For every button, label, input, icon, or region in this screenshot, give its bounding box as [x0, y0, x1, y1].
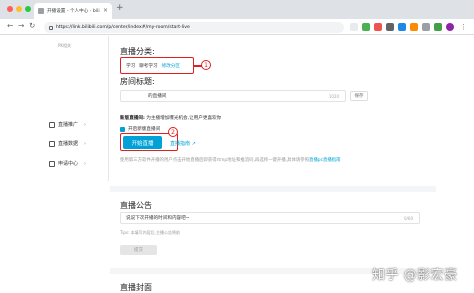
browser-tab[interactable]: 开播设置 - 个人中心 - bilibili 个… ×	[34, 3, 112, 19]
save-title-button[interactable]: 保存	[350, 91, 368, 101]
category-tag: 聊考学习	[139, 63, 158, 69]
sidebar-item-label: 直播推广	[58, 122, 79, 128]
address-bar[interactable]: https://link.bilibili.com/p/center/index…	[44, 22, 344, 33]
favicon-icon	[38, 8, 44, 14]
announcement-tip: Tips: 本填写内容后,主播公告将前	[120, 230, 180, 235]
extension-icon[interactable]	[362, 23, 370, 31]
sidebar-item-data[interactable]: 直播数据 ›	[49, 140, 86, 147]
extension-icon[interactable]	[422, 23, 430, 31]
annotation-badge-2: 2	[168, 127, 178, 137]
extension-icon[interactable]	[410, 23, 418, 31]
extension-icon[interactable]	[374, 23, 382, 31]
announcement-value: 说说下次开播的时间和内容吧~	[126, 216, 190, 221]
browser-toolbar: ← → ↻ https://link.bilibili.com/p/center…	[0, 19, 474, 35]
sidebar-sub-item-pk[interactable]: PK相关	[58, 43, 71, 49]
room-title-heading: 房间标题:	[120, 77, 155, 86]
sidebar-item-promotion[interactable]: 直播推广 ›	[49, 121, 86, 128]
checkbox-checked-icon[interactable]	[120, 126, 125, 132]
pc-guide-link[interactable]: 直播pc直播指南	[309, 158, 341, 163]
room-title-input[interactable]: 的直播间 1020	[120, 90, 346, 102]
chevron-right-icon: ›	[84, 160, 87, 167]
new-live-desc: 为主播增加曝光机会,让用户更喜欢你	[146, 116, 222, 121]
url-text: https://link.bilibili.com/p/center/index…	[56, 25, 190, 30]
sidebar-item-apply[interactable]: 申请中心 ›	[49, 160, 86, 167]
chevron-right-icon: ›	[84, 140, 87, 147]
extension-icon[interactable]	[386, 23, 394, 31]
announcement-card: 直播公告 说说下次开播的时间和内容吧~ 0/60 Tips: 本填写内容后,主播…	[110, 186, 436, 268]
room-title-value: 的直播间	[148, 94, 167, 99]
announcement-input[interactable]: 说说下次开播的时间和内容吧~ 0/60	[120, 212, 420, 224]
sidebar-item-label: 直播数据	[58, 141, 79, 147]
start-live-button[interactable]: 开始直播	[123, 136, 162, 149]
bookmark-star-icon[interactable]	[350, 23, 358, 31]
new-live-label: 新版直播间:	[120, 116, 145, 121]
external-link-icon: ↗	[191, 141, 196, 147]
lock-icon	[49, 25, 53, 30]
minimize-window-button[interactable]	[16, 6, 22, 12]
announcement-counter: 0/60	[404, 215, 413, 221]
rtmp-hint: 使用第三方软件开播的用户点击开始直播后即获得rtmp地址和推流码,再选择一键开播…	[120, 157, 341, 163]
annotation-badge-1: 1	[201, 60, 211, 70]
apply-icon	[49, 160, 55, 167]
category-highlight: 学习 聊考学习 修改分区	[120, 57, 194, 74]
live-guide-label: 直播指南	[170, 141, 191, 147]
close-window-button[interactable]	[7, 6, 13, 12]
announcement-heading: 直播公告	[120, 201, 152, 210]
rtmp-hint-text: 使用第三方软件开播的用户点击开始直播后即获得rtmp地址和推流码,再选择一键开播…	[120, 158, 310, 163]
chevron-right-icon: ›	[84, 121, 87, 128]
menu-icon[interactable]: ⋮	[460, 23, 468, 31]
maximize-window-button[interactable]	[25, 6, 31, 12]
change-category-link[interactable]: 修改分区	[162, 63, 180, 69]
profile-avatar[interactable]	[446, 23, 454, 31]
extension-icon[interactable]	[434, 23, 442, 31]
tab-title: 开播设置 - 个人中心 - bilibili 个…	[47, 9, 100, 14]
sidebar-item-label: 申请中心	[58, 161, 79, 167]
promotion-icon	[49, 121, 55, 128]
live-guide-link[interactable]: 直播指南 ↗	[170, 140, 196, 147]
close-tab-icon[interactable]: ×	[103, 8, 108, 14]
new-live-info: 新版直播间: 为主播增加曝光机会,让用户更喜欢你	[120, 115, 221, 121]
data-icon	[49, 140, 55, 147]
forward-icon[interactable]: →	[18, 22, 24, 30]
category-tag: 学习	[126, 63, 136, 69]
room-title-counter: 1020	[328, 93, 339, 99]
sidebar: PK相关 直播推广 › 直播数据 › 申请中心 ›	[38, 36, 109, 181]
browser-tab-bar: 开播设置 - 个人中心 - bilibili 个… × +	[0, 0, 474, 19]
back-icon[interactable]: ←	[7, 22, 13, 30]
extension-icon[interactable]	[398, 23, 406, 31]
new-live-checkbox-label: 开启新版直播间	[128, 127, 161, 132]
new-live-checkbox-row[interactable]: 开启新版直播间	[120, 126, 160, 132]
announcement-submit-button[interactable]: 提交	[120, 245, 157, 255]
zhihu-watermark: 知乎 @影宏豪	[372, 268, 458, 283]
reload-icon[interactable]: ↻	[29, 22, 35, 30]
new-tab-button[interactable]: +	[116, 4, 124, 13]
category-heading: 直播分类:	[120, 47, 155, 56]
live-settings-card: 直播分类: 学习 聊考学习 修改分区 1 房间标题: 的直播间 1020 保存 …	[110, 36, 436, 181]
cover-heading: 直播封面	[120, 283, 152, 292]
